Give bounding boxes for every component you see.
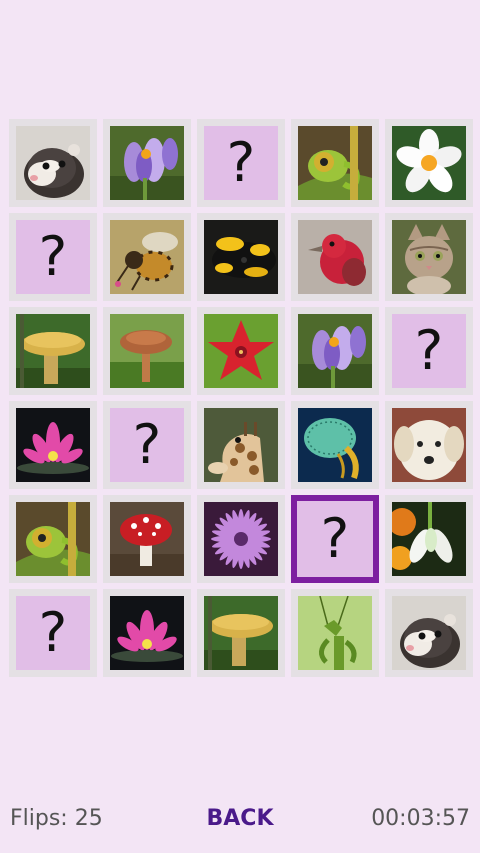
flips-counter: Flips: 25 — [10, 806, 103, 831]
card-back: ? — [204, 126, 278, 200]
brown-mushroom-icon — [110, 314, 184, 388]
card-tile[interactable]: ? — [9, 213, 97, 301]
question-mark-icon: ? — [226, 131, 256, 194]
card-tile[interactable] — [385, 119, 473, 207]
dog-icon — [392, 408, 466, 482]
card-tile[interactable]: ? — [9, 589, 97, 677]
card-tile[interactable] — [291, 589, 379, 677]
card-grid: ?????? — [9, 119, 473, 677]
chameleon-icon — [16, 502, 90, 576]
kitten-icon — [392, 220, 466, 294]
card-tile[interactable] — [291, 401, 379, 489]
giraffe-icon — [204, 408, 278, 482]
card-tile[interactable] — [103, 495, 191, 583]
card-tile[interactable] — [9, 495, 97, 583]
card-tile[interactable]: ? — [197, 119, 285, 207]
card-tile[interactable] — [385, 401, 473, 489]
water-lily-icon — [16, 408, 90, 482]
mantis-icon — [298, 596, 372, 670]
card-tile[interactable]: ? — [103, 401, 191, 489]
white-flower-icon — [392, 126, 466, 200]
card-tile-selected[interactable]: ? — [291, 495, 379, 583]
card-tile[interactable] — [197, 401, 285, 489]
purple-daisy-icon — [204, 502, 278, 576]
card-tile[interactable] — [103, 589, 191, 677]
timer: 00:03:57 — [371, 806, 470, 831]
card-tile[interactable] — [291, 119, 379, 207]
card-tile[interactable] — [103, 307, 191, 395]
card-back: ? — [16, 596, 90, 670]
yellow-mushroom-icon — [204, 596, 278, 670]
ferret-icon — [16, 126, 90, 200]
card-tile[interactable] — [197, 307, 285, 395]
card-tile[interactable] — [197, 589, 285, 677]
question-mark-icon: ? — [132, 413, 162, 476]
jellyfish-icon — [298, 408, 372, 482]
question-mark-icon: ? — [38, 601, 68, 664]
back-button[interactable]: BACK — [207, 806, 274, 831]
card-tile[interactable] — [291, 307, 379, 395]
card-back: ? — [16, 220, 90, 294]
card-tile[interactable] — [9, 401, 97, 489]
footer-bar: Flips: 25 BACK 00:03:57 — [0, 800, 480, 842]
card-tile[interactable] — [103, 119, 191, 207]
question-mark-icon: ? — [414, 319, 444, 382]
card-tile[interactable] — [385, 495, 473, 583]
yellow-mushroom-icon — [16, 314, 90, 388]
card-back: ? — [392, 314, 466, 388]
card-back: ? — [297, 501, 373, 577]
snowdrop-icon — [392, 502, 466, 576]
crocus-icon — [110, 126, 184, 200]
card-tile[interactable] — [291, 213, 379, 301]
card-tile[interactable] — [9, 307, 97, 395]
card-tile[interactable] — [385, 589, 473, 677]
red-star-flower-icon — [204, 314, 278, 388]
red-mushroom-icon — [110, 502, 184, 576]
crocus-icon — [298, 314, 372, 388]
card-tile[interactable] — [197, 213, 285, 301]
card-back: ? — [110, 408, 184, 482]
bee-icon — [110, 220, 184, 294]
card-tile[interactable]: ? — [385, 307, 473, 395]
card-tile[interactable] — [197, 495, 285, 583]
salamander-icon — [204, 220, 278, 294]
card-tile[interactable] — [103, 213, 191, 301]
question-mark-icon: ? — [320, 507, 350, 570]
card-tile[interactable] — [385, 213, 473, 301]
red-bird-icon — [298, 220, 372, 294]
question-mark-icon: ? — [38, 225, 68, 288]
ferret-icon — [392, 596, 466, 670]
chameleon-icon — [298, 126, 372, 200]
water-lily-icon — [110, 596, 184, 670]
card-tile[interactable] — [9, 119, 97, 207]
